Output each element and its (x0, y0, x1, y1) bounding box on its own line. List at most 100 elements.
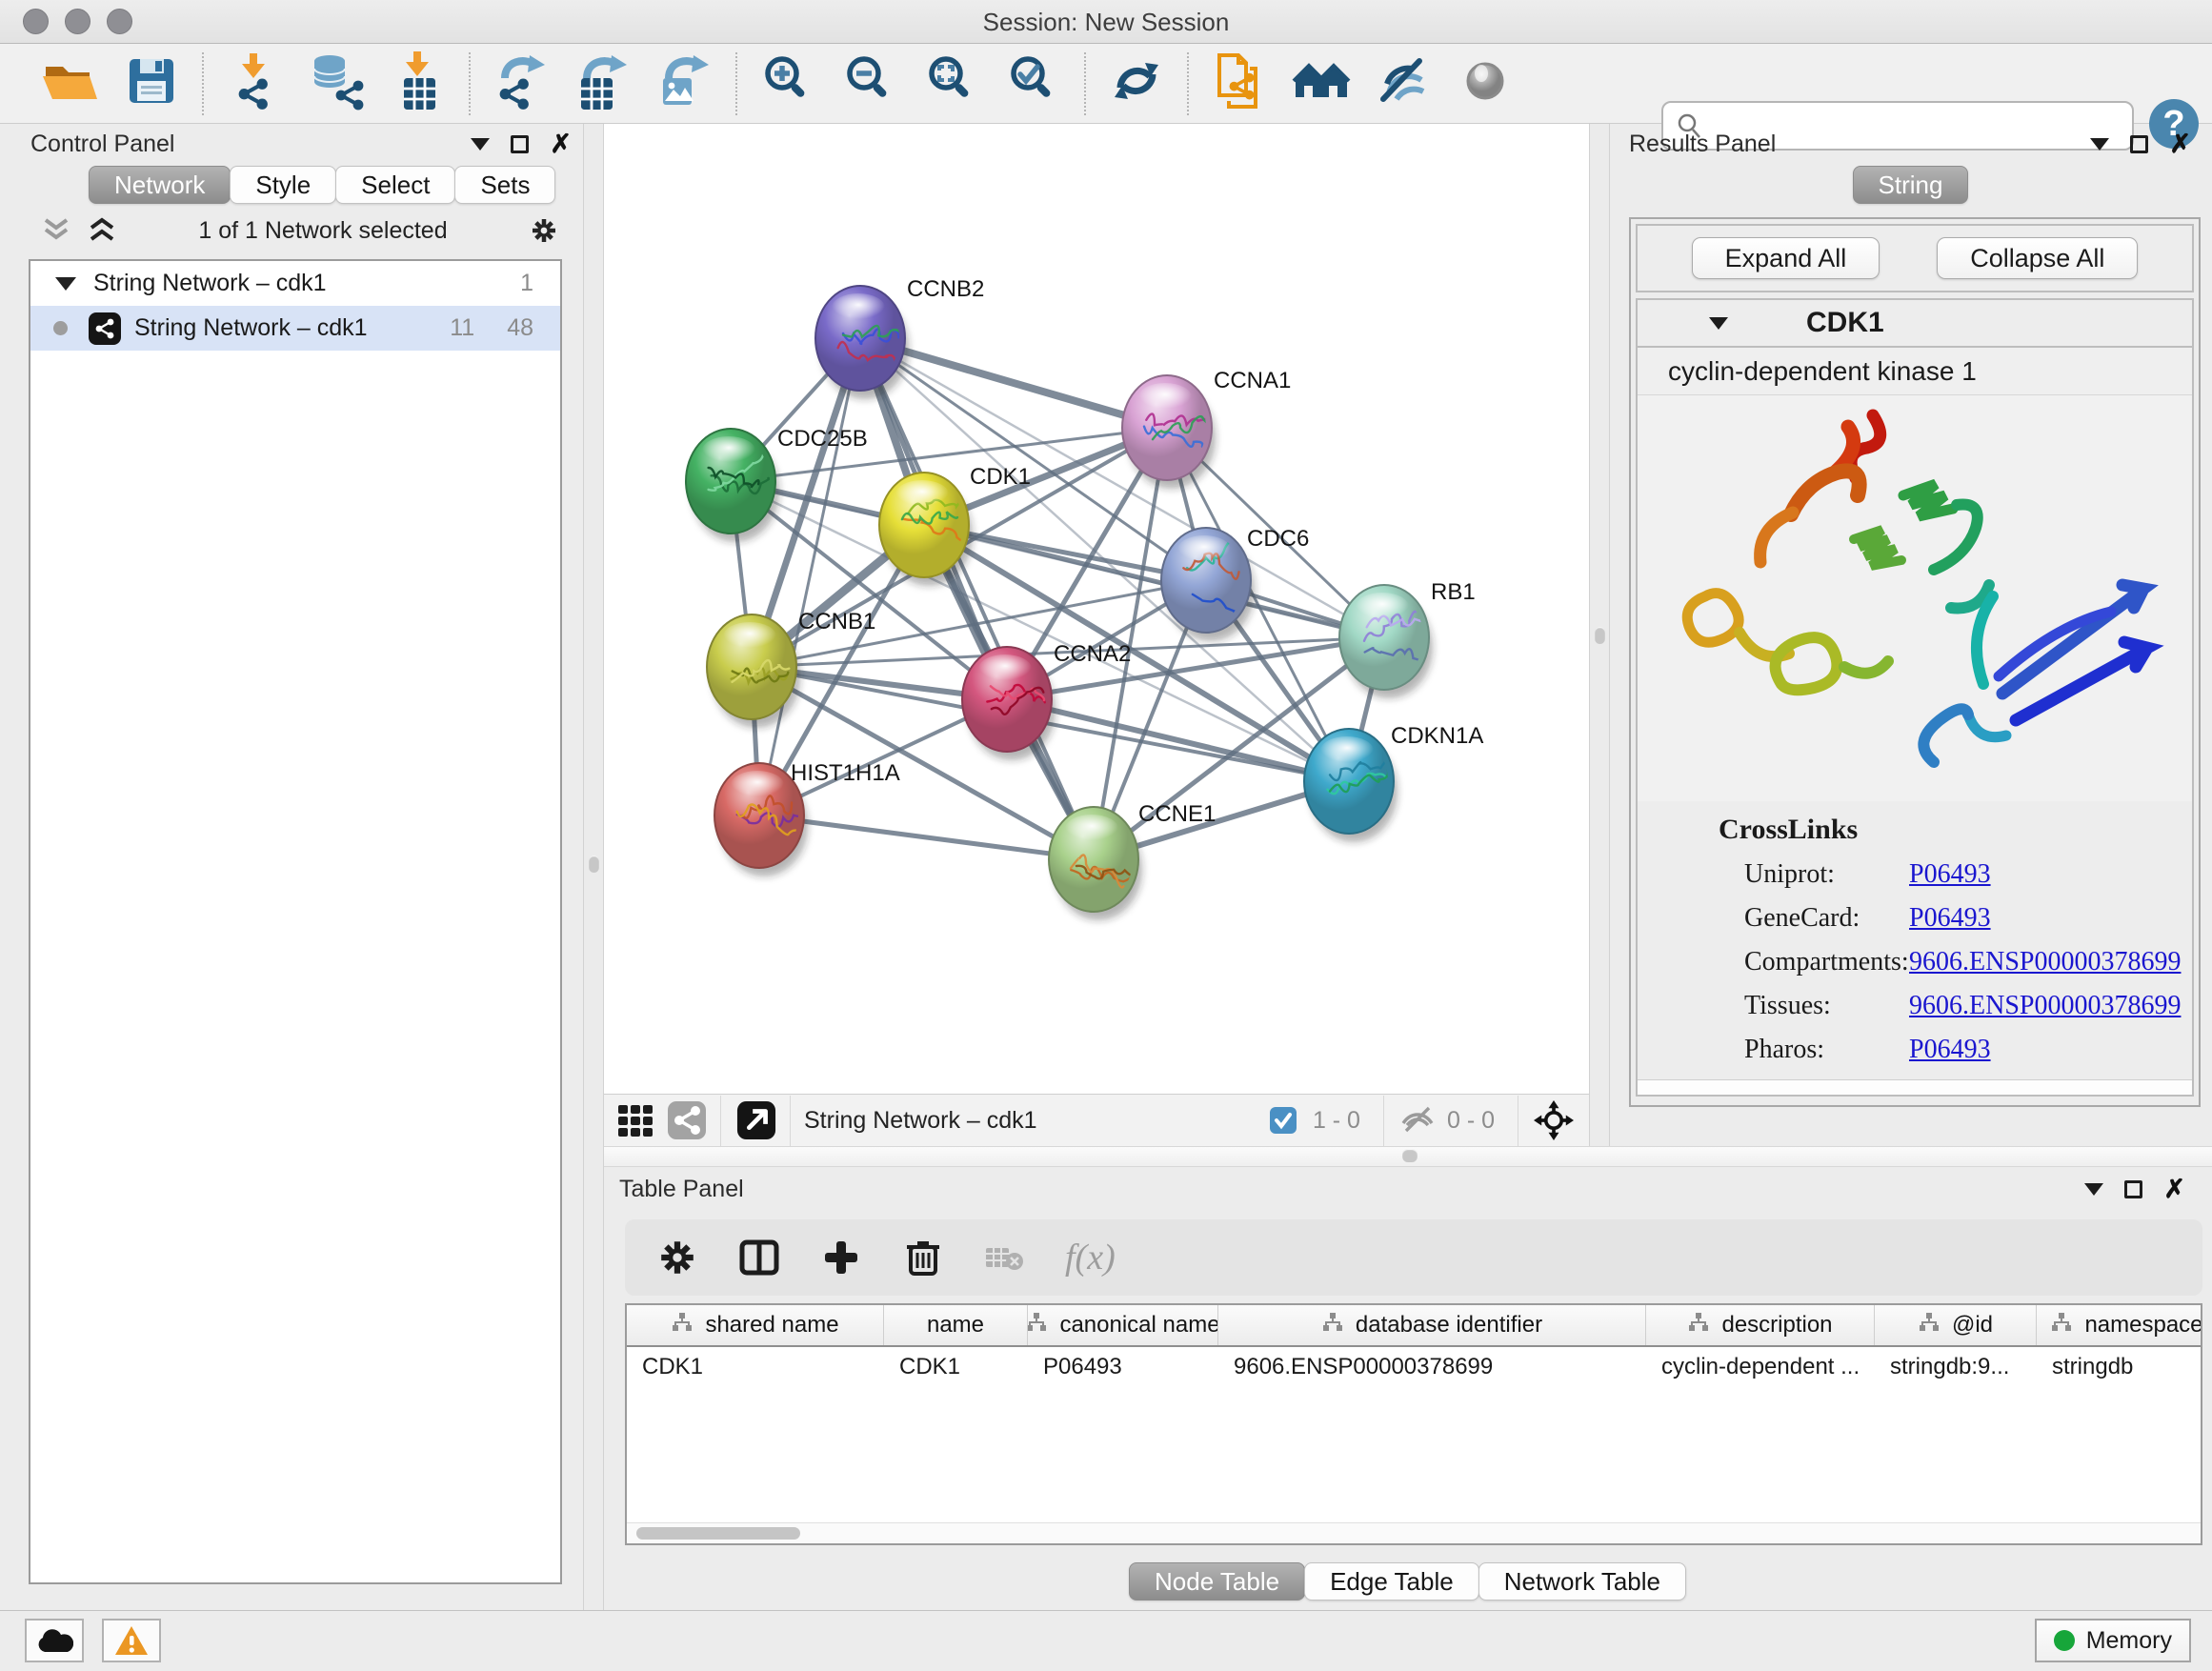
control-tab-style[interactable]: Style (230, 166, 336, 204)
hide-graphics-details-button[interactable] (1362, 48, 1444, 120)
control-tab-sets[interactable]: Sets (454, 166, 555, 204)
zoom-fit-button[interactable] (911, 48, 993, 120)
network-options-gear-icon[interactable] (528, 216, 560, 245)
cloud-button[interactable] (25, 1619, 84, 1662)
control-panel-close-icon[interactable]: ✗ (550, 131, 572, 157)
table-panel-float-icon[interactable] (2124, 1180, 2142, 1198)
control-tab-network[interactable]: Network (89, 166, 231, 204)
column-header-canonical-name[interactable]: canonical name (1028, 1305, 1218, 1345)
table-settings-gear-icon[interactable] (655, 1236, 699, 1279)
collapse-all-button[interactable]: Collapse All (1937, 237, 2138, 279)
export-image-button[interactable] (644, 48, 726, 120)
table-panel-collapse-icon[interactable] (2084, 1183, 2103, 1196)
node-label-rb1: RB1 (1431, 579, 1476, 605)
horizontal-splitter-grip[interactable] (1402, 1149, 1418, 1162)
homes-button[interactable] (1280, 48, 1362, 120)
control-panel-float-icon[interactable] (511, 135, 529, 153)
scrollbar-thumb[interactable] (636, 1527, 800, 1540)
tree-expander-icon[interactable] (55, 277, 76, 291)
share-document-button[interactable] (1198, 48, 1280, 120)
zoom-out-button[interactable] (829, 48, 911, 120)
results-panel-close-icon[interactable]: ✗ (2169, 131, 2191, 157)
left-splitter[interactable] (583, 124, 604, 1610)
network-collection-row[interactable]: String Network – cdk1 1 (30, 261, 560, 306)
results-panel-float-icon[interactable] (2130, 135, 2148, 153)
results-panel-collapse-icon[interactable] (2090, 138, 2109, 151)
protein-name: CDK1 (1806, 307, 1884, 339)
apply-layout-button[interactable] (1096, 48, 1177, 120)
column-header-shared-name[interactable]: shared name (627, 1305, 884, 1345)
crosslink-link[interactable]: 9606.ENSP00000378699 (1909, 947, 2181, 977)
delete-column-trash-icon[interactable] (901, 1236, 945, 1279)
network-node-cdkn1a[interactable] (1304, 729, 1398, 842)
table-horizontal-scrollbar[interactable] (627, 1522, 2201, 1543)
results-tab-string[interactable]: String (1853, 166, 1969, 204)
crosslink-label: Tissues: (1638, 991, 1909, 1021)
column-header-description[interactable]: description (1646, 1305, 1875, 1345)
network-node-cdk1[interactable] (879, 473, 973, 586)
warnings-button[interactable] (102, 1619, 161, 1662)
export-network-icon (492, 51, 551, 115)
export-network-button[interactable] (480, 48, 562, 120)
hidden-eye-icon[interactable] (1398, 1100, 1438, 1140)
table-row[interactable]: CDK1CDK1P064939606.ENSP00000378699cyclin… (627, 1347, 2201, 1387)
import-table-button[interactable] (377, 48, 459, 120)
string-share-toggle-icon[interactable] (667, 1100, 707, 1140)
zoom-in-button[interactable] (747, 48, 829, 120)
protein-card-expander-icon[interactable] (1709, 317, 1728, 330)
zoom-selected-button[interactable] (993, 48, 1075, 120)
selected-checkbox-icon[interactable] (1263, 1100, 1303, 1140)
table-tab-edge-table[interactable]: Edge Table (1304, 1562, 1479, 1601)
expand-all-tree-icon[interactable] (86, 216, 118, 245)
column-tree-icon (1687, 1312, 1710, 1339)
column-header-namespace[interactable]: namespace (2037, 1305, 2202, 1345)
expand-all-button[interactable]: Expand All (1692, 237, 1880, 279)
collapse-all-tree-icon[interactable] (40, 216, 72, 245)
network-canvas[interactable]: CCNB2CCNA1CDC25BCDK1CDC6RB1CCNB1CCNA2CDK… (604, 124, 1589, 1094)
column-header-database-identifier[interactable]: database identifier (1218, 1305, 1646, 1345)
table-panel-tabs: Node TableEdge TableNetwork Table (604, 1562, 2212, 1601)
crosslink-link[interactable]: P06493 (1909, 903, 1991, 934)
network-node-ccnb2[interactable] (815, 286, 909, 399)
network-view-toolbar: String Network – cdk1 1 - 0 0 - 0 (604, 1094, 1589, 1146)
memory-button[interactable]: Memory (2035, 1619, 2191, 1662)
add-column-icon[interactable] (819, 1236, 863, 1279)
network-node-ccnb1[interactable] (707, 614, 800, 728)
right-splitter-grip[interactable] (1595, 627, 1605, 644)
network-row[interactable]: String Network – cdk1 11 48 (30, 306, 560, 351)
share-document-icon (1210, 51, 1269, 115)
crosslink-link[interactable]: 9606.ENSP00000378699 (1909, 991, 2181, 1021)
network-edge[interactable] (759, 338, 860, 815)
table-tab-network-table[interactable]: Network Table (1478, 1562, 1686, 1601)
network-node-ccna2[interactable] (962, 647, 1056, 760)
horizontal-splitter[interactable] (604, 1146, 2212, 1167)
right-splitter[interactable] (1589, 124, 1610, 1146)
network-edge[interactable] (759, 815, 1094, 859)
left-splitter-grip[interactable] (589, 856, 599, 873)
control-tab-select[interactable]: Select (335, 166, 455, 204)
export-table-button[interactable] (562, 48, 644, 120)
birdseye-view-icon[interactable] (736, 1100, 776, 1140)
import-database-button[interactable] (295, 48, 377, 120)
column-header-name[interactable]: name (884, 1305, 1028, 1345)
grid-view-icon[interactable] (615, 1100, 655, 1140)
node-label-ccnb1: CCNB1 (798, 609, 875, 634)
function-builder-icon: f(x) (1065, 1237, 1116, 1278)
network-node-rb1[interactable] (1339, 585, 1438, 698)
network-node-ccne1[interactable] (1049, 807, 1142, 920)
crosslink-link[interactable]: P06493 (1909, 1035, 1991, 1065)
save-session-button[interactable] (111, 48, 192, 120)
results-scroll-strip[interactable] (1638, 1079, 2192, 1095)
sphere-button[interactable] (1444, 48, 1526, 120)
column-header-id[interactable]: @id (1875, 1305, 2037, 1345)
import-network-button[interactable] (213, 48, 295, 120)
protein-card-header[interactable]: CDK1 (1638, 300, 2192, 348)
control-panel-collapse-icon[interactable] (471, 138, 490, 151)
fit-selected-crosshair-icon[interactable] (1534, 1100, 1574, 1140)
open-session-button[interactable] (29, 48, 111, 120)
crosslink-link[interactable]: P06493 (1909, 859, 1991, 890)
table-tab-node-table[interactable]: Node Table (1129, 1562, 1305, 1601)
show-columns-icon[interactable] (737, 1236, 781, 1279)
network-node-ccna1[interactable] (1122, 375, 1216, 489)
table-panel-close-icon[interactable]: ✗ (2163, 1177, 2185, 1202)
